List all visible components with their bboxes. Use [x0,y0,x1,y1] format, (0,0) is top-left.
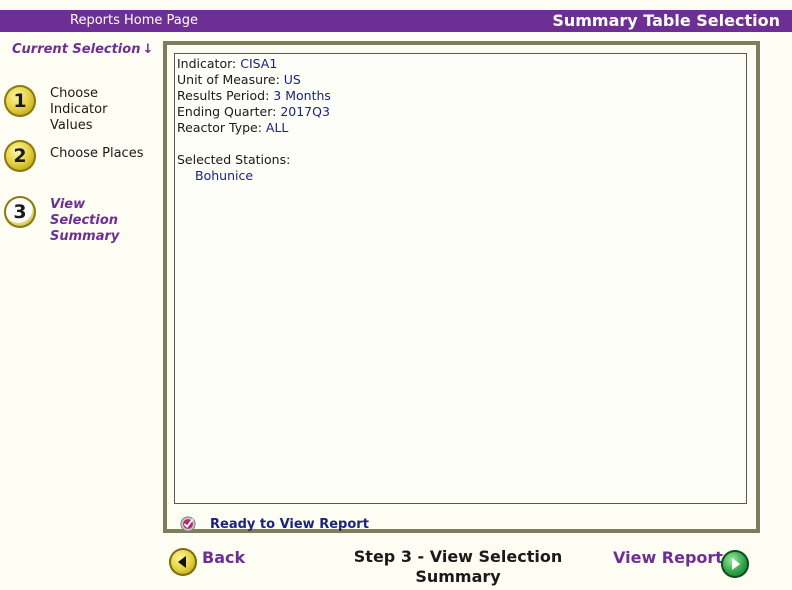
step-1-label-line: Choose [50,86,98,101]
reports-home-link[interactable]: Reports Home Page [70,13,198,28]
step-3-number: 3 [13,201,27,223]
quarter-label: Ending Quarter: [177,104,277,119]
step-1-number: 1 [13,90,27,112]
unit-row: Unit of Measure: US [177,72,744,88]
indicator-label: Indicator: [177,56,237,71]
indicator-value: CISA1 [240,56,278,71]
step-1-label-line: Values [50,118,93,133]
step-2-label: Choose Places [50,146,144,161]
reactor-label: Reactor Type: [177,120,262,135]
selection-summary-box: Indicator: CISA1 Unit of Measure: US Res… [174,53,747,504]
step-3-label-line: Selection [50,213,119,228]
step-3-badge-icon: 3 [4,196,36,228]
step-caption: Step 3 - View Selection Summary [318,547,598,587]
arrow-right-circle-icon [721,550,749,578]
page-title: Summary Table Selection [552,11,780,30]
step-2-number: 2 [13,145,27,167]
quarter-row: Ending Quarter: 2017Q3 [177,104,744,120]
arrow-down-icon: ↓ [142,42,154,57]
unit-label: Unit of Measure: [177,72,280,87]
indicator-row: Indicator: CISA1 [177,56,744,72]
step-1-badge-icon: 1 [4,85,36,117]
back-button-label: Back [202,548,246,567]
period-value: 3 Months [273,88,331,103]
check-seal-icon [180,516,196,532]
unit-value: US [283,72,301,87]
step-3-label-line: View [50,197,86,212]
step-3-label: View Selection Summary [50,197,150,245]
current-selection-label: Current Selection [12,42,141,57]
summary-panel-inner: Indicator: CISA1 Unit of Measure: US Res… [167,45,756,532]
summary-panel: Indicator: CISA1 Unit of Measure: US Res… [163,41,760,533]
stations-label: Selected Stations: [177,152,291,167]
arrow-left-circle-icon [169,548,197,576]
page: Reports Home Page Summary Table Selectio… [0,0,792,590]
view-report-button-label: View Report [613,548,723,567]
quarter-value: 2017Q3 [280,104,330,119]
step-1-label: Choose Indicator Values [50,86,150,134]
station-item: Bohunice [195,168,254,183]
header-bar: Reports Home Page Summary Table Selectio… [0,10,792,32]
step-2-badge-icon: 2 [4,140,36,172]
period-label: Results Period: [177,88,270,103]
reactor-value: ALL [265,120,289,135]
step-caption-line: Step 3 - View Selection [353,547,563,566]
ready-status-text: Ready to View Report [210,517,369,532]
period-row: Results Period: 3 Months [177,88,744,104]
reactor-row: Reactor Type: ALL [177,120,744,136]
step-1-label-line: Indicator [50,102,108,117]
current-selection-heading: Current Selection ↓ [12,42,153,57]
step-3-label-line: Summary [50,229,120,244]
step-caption-line: Summary [415,567,501,586]
